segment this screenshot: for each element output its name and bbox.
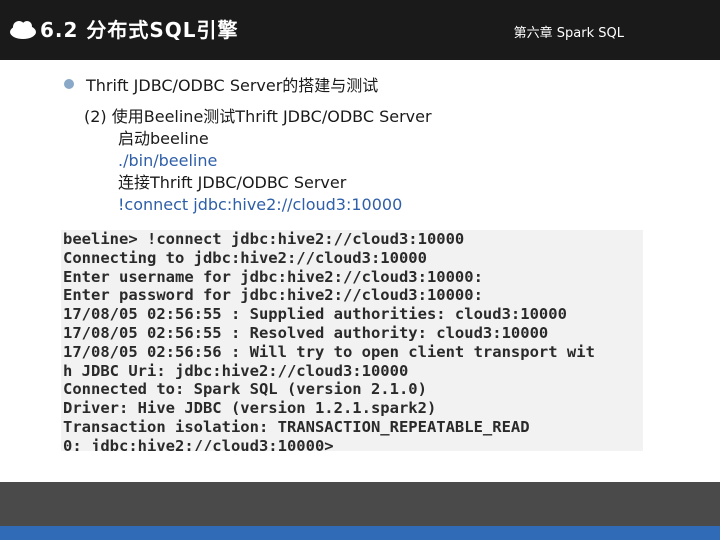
terminal-line: 17/08/05 02:56:56 : Will try to open cli…	[63, 342, 595, 361]
terminal-line: Connected to: Spark SQL (version 2.1.0)	[63, 380, 427, 399]
bullet-dot-icon	[64, 79, 74, 89]
terminal-line: Enter password for jdbc:hive2://cloud3:1…	[63, 286, 483, 305]
step-heading: (2) 使用Beeline测试Thrift JDBC/ODBC Server	[84, 107, 432, 126]
slide-title: 6.2 分布式SQL引擎	[40, 18, 239, 42]
terminal-line: h JDBC Uri: jdbc:hive2://cloud3:10000	[63, 361, 409, 380]
terminal-line: 17/08/05 02:56:55 : Supplied authorities…	[63, 305, 567, 324]
terminal-line: Transaction isolation: TRANSACTION_REPEA…	[63, 417, 530, 436]
terminal-line: 0: jdbc:hive2://cloud3:10000>	[63, 436, 334, 451]
instruction-block: (2) 使用Beeline测试Thrift JDBC/ODBC Server 启…	[84, 106, 432, 216]
cloud-icon	[10, 21, 36, 39]
chapter-label: 第六章 Spark SQL	[513, 26, 624, 41]
connect-label: 连接Thrift JDBC/ODBC Server	[118, 173, 347, 192]
connect-command: !connect jdbc:hive2://cloud3:10000	[118, 195, 403, 214]
bullet-text: Thrift JDBC/ODBC Server的搭建与测试	[86, 76, 379, 95]
bullet-item: Thrift JDBC/ODBC Server的搭建与测试	[64, 72, 378, 96]
start-label: 启动beeline	[118, 129, 209, 148]
terminal-line: Driver: Hive JDBC (version 1.2.1.spark2)	[63, 399, 437, 418]
terminal-line: Connecting to jdbc:hive2://cloud3:10000	[63, 248, 427, 267]
footer-bar	[0, 482, 720, 526]
terminal-line: 17/08/05 02:56:55 : Resolved authority: …	[63, 323, 549, 342]
start-command: ./bin/beeline	[118, 151, 218, 170]
terminal-line: Enter username for jdbc:hive2://cloud3:1…	[63, 267, 483, 286]
slide-header: 6.2 分布式SQL引擎 第六章 Spark SQL	[0, 0, 720, 60]
footer-accent-bar	[0, 526, 720, 540]
terminal-screenshot: beeline> !connect jdbc:hive2://cloud3:10…	[61, 230, 643, 451]
terminal-line: beeline> !connect jdbc:hive2://cloud3:10…	[63, 230, 465, 248]
